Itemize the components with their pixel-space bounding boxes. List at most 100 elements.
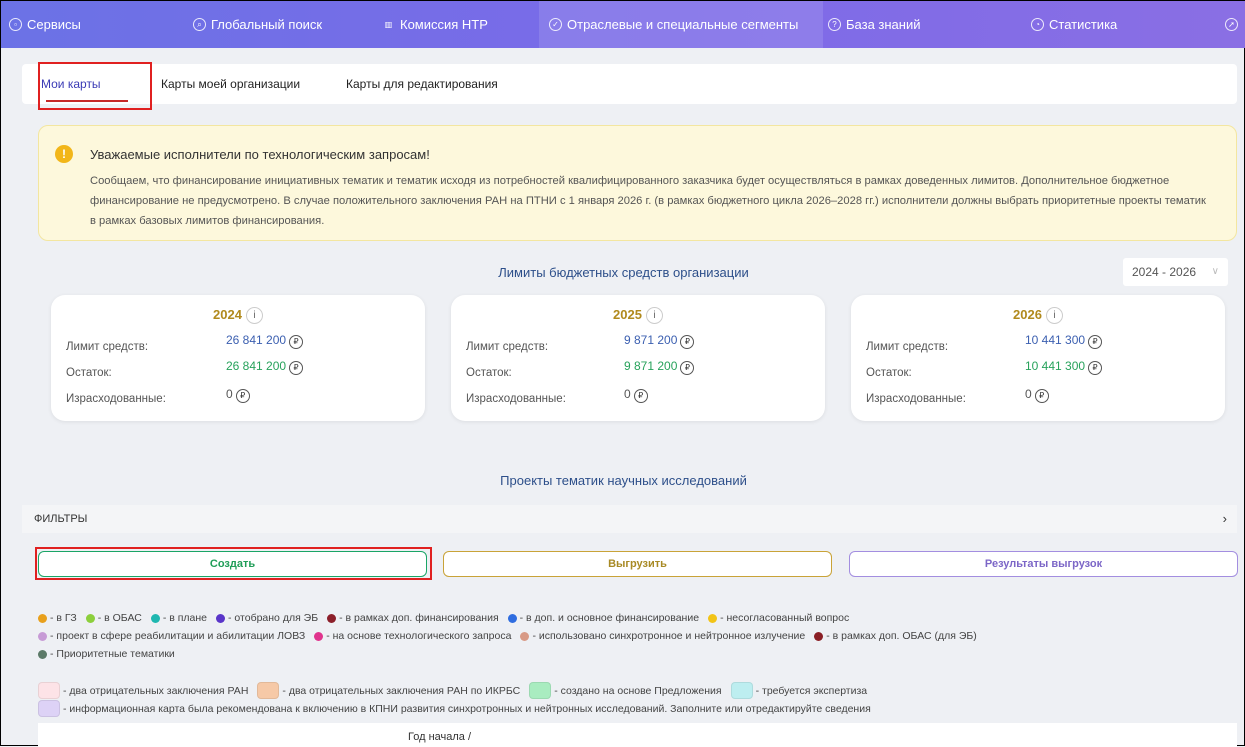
building-icon: ▥ bbox=[384, 20, 393, 29]
year-label: 2026 bbox=[1013, 307, 1042, 322]
rest-label: Остаток: bbox=[866, 367, 912, 379]
tab-organization-cards[interactable]: Карты моей организации bbox=[161, 64, 300, 104]
info-icon[interactable]: i bbox=[645, 307, 663, 324]
rest-value: 10 441 300 ₽ bbox=[1025, 359, 1103, 375]
nav-label: Глобальный поиск bbox=[211, 17, 323, 32]
rest-amount: 26 841 200 bbox=[226, 359, 287, 373]
legend-item: - требуется экспертиза bbox=[730, 682, 867, 699]
legend-text: - в рамках доп. ОБАС (для ЭБ) bbox=[826, 630, 977, 642]
year-card-2026: 2026 i Лимит средств: 10 441 300 ₽ Остаток… bbox=[851, 295, 1225, 421]
legend-dot-icon bbox=[507, 613, 517, 623]
legend-text: - два отрицательных заключения РАН bbox=[63, 684, 249, 697]
legend-item: - Приоритетные тематики bbox=[38, 648, 175, 660]
year-header: 2025 i bbox=[451, 307, 825, 324]
limit-value: 10 441 300 ₽ bbox=[1025, 333, 1103, 349]
legend-swatch bbox=[730, 682, 753, 699]
legend-text: - использовано синхротронное и нейтронно… bbox=[532, 630, 806, 642]
rest-label: Остаток: bbox=[66, 367, 112, 379]
projects-table-header: Год начала / bbox=[38, 723, 1237, 747]
year-card-2025: 2025 i Лимит средств: 9 871 200 ₽ Остаток:… bbox=[451, 295, 825, 421]
legend-row-statuses: - в ГЗ - в ОБАС - в плане - отобрано для ЭБ… bbox=[38, 612, 854, 624]
legend-swatch bbox=[38, 700, 60, 717]
tabs-bar: Мои карты Карты моей организации Карты д… bbox=[22, 64, 1237, 104]
limit-amount: 10 441 300 bbox=[1025, 333, 1086, 347]
legend-row-recommended: - информационная карта была рекомендован… bbox=[38, 700, 876, 717]
legend-dot-icon bbox=[38, 613, 47, 623]
legend-dot-icon bbox=[216, 613, 226, 623]
alert-text: Сообщаем, что финансирование инициативны… bbox=[90, 175, 1206, 227]
rest-value: 9 871 200 ₽ bbox=[624, 359, 695, 375]
top-navigation: ▫ Сервисы ⌕ Глобальный поиск ▥ Комиссия … bbox=[1, 1, 1245, 48]
nav-item-segments[interactable]: ✓ Отраслевые и специальные сегменты bbox=[539, 1, 823, 48]
year-card-2024: 2024 i Лимит средств: 26 841 200 ₽ Остаток… bbox=[51, 295, 425, 421]
legend-item: - отобрано для ЭБ bbox=[216, 612, 318, 624]
legend-dot-icon bbox=[314, 631, 324, 641]
limit-value: 26 841 200 ₽ bbox=[226, 333, 304, 349]
spent-amount: 0 bbox=[226, 387, 233, 401]
ruble-icon: ₽ bbox=[289, 360, 304, 375]
rest-value: 26 841 200 ₽ bbox=[226, 359, 304, 375]
info-icon[interactable]: i bbox=[245, 307, 263, 324]
spent-amount: 0 bbox=[624, 387, 631, 401]
spent-amount: 0 bbox=[1025, 387, 1032, 401]
export-button[interactable]: Выгрузить bbox=[443, 551, 832, 577]
legend-row-priority: - Приоритетные тематики bbox=[38, 648, 180, 660]
spent-value: 0 ₽ bbox=[1025, 387, 1049, 403]
legend-text: - в рамках доп. финансирования bbox=[339, 612, 499, 624]
legend-item: - создано на основе Предложения bbox=[529, 682, 722, 699]
tab-editing-cards[interactable]: Карты для редактирования bbox=[346, 64, 498, 104]
legend-text: - в плане bbox=[162, 612, 208, 624]
projects-title: Проекты тематик научных исследований bbox=[500, 473, 747, 488]
nav-item-ntr-commission[interactable]: ▥ Комиссия НТР bbox=[382, 1, 488, 48]
chevron-right-icon: › bbox=[1222, 511, 1227, 526]
legend-dot-icon bbox=[520, 631, 530, 641]
create-highlight-box bbox=[35, 547, 432, 580]
filters-toggle[interactable]: ФИЛЬТРЫ › bbox=[22, 505, 1237, 533]
ruble-icon: ₽ bbox=[680, 334, 695, 349]
spent-label: Израсходованные: bbox=[466, 393, 566, 405]
search-icon: ⌕ bbox=[193, 18, 206, 31]
legend-item: - в ГЗ bbox=[38, 612, 77, 624]
limit-label: Лимит средств: bbox=[66, 341, 149, 353]
legend-dot-icon bbox=[38, 649, 47, 659]
period-select[interactable]: 2024 - 2026 ∨ bbox=[1123, 258, 1228, 286]
nav-label: Сервисы bbox=[27, 17, 81, 32]
legend-text: - два отрицательных заключения РАН по ИК… bbox=[282, 684, 521, 697]
legend-swatch bbox=[529, 682, 552, 699]
legend-item: - на основе технологического запроса bbox=[314, 630, 511, 642]
legend-dot-icon bbox=[327, 613, 337, 623]
chart-icon: ◔ bbox=[1031, 18, 1044, 31]
legend-text: - создано на основе Предложения bbox=[554, 684, 722, 697]
legend-text: - Приоритетные тематики bbox=[50, 648, 175, 660]
ruble-icon: ₽ bbox=[1088, 360, 1103, 375]
limit-label: Лимит средств: bbox=[466, 341, 549, 353]
nav-item-global-search[interactable]: ⌕ Глобальный поиск bbox=[193, 1, 322, 48]
exclamation-icon: ! bbox=[55, 145, 73, 163]
export-results-button[interactable]: Результаты выгрузок bbox=[849, 551, 1238, 577]
legend-swatch bbox=[38, 682, 60, 699]
nav-item-overflow[interactable]: ➚ bbox=[1225, 1, 1238, 48]
grid-icon: ▫ bbox=[9, 18, 22, 31]
legend-dot-icon bbox=[38, 631, 47, 641]
rest-amount: 10 441 300 bbox=[1025, 359, 1086, 373]
legend-text: - проект в сфере реабилитации и абилитац… bbox=[50, 630, 306, 642]
legend-item: - использовано синхротронное и нейтронно… bbox=[520, 630, 805, 642]
limit-amount: 9 871 200 bbox=[624, 333, 678, 347]
filters-label: ФИЛЬТРЫ bbox=[34, 513, 88, 525]
legend-dot-icon bbox=[814, 631, 824, 641]
legend-item: - два отрицательных заключения РАН по ИК… bbox=[257, 682, 520, 699]
nav-item-knowledge-base[interactable]: ? База знаний bbox=[828, 1, 921, 48]
nav-item-statistics[interactable]: ◔ Статистика bbox=[1031, 1, 1117, 48]
legend-dot-icon bbox=[85, 613, 95, 623]
alert-title: Уважаемые исполнители по технологическим… bbox=[90, 147, 430, 162]
info-icon[interactable]: i bbox=[1045, 307, 1063, 324]
ruble-icon: ₽ bbox=[1088, 334, 1103, 349]
legend-item: - в рамках доп. финансирования bbox=[327, 612, 499, 624]
legend-item: - проект в сфере реабилитации и абилитац… bbox=[38, 630, 305, 642]
navigation-arrow-icon: ➚ bbox=[1225, 18, 1238, 31]
ruble-icon: ₽ bbox=[1034, 388, 1049, 403]
limit-value: 9 871 200 ₽ bbox=[624, 333, 695, 349]
legend-text: - несогласованный вопрос bbox=[720, 612, 850, 624]
limit-amount: 26 841 200 bbox=[226, 333, 287, 347]
nav-item-services[interactable]: ▫ Сервисы bbox=[9, 1, 81, 48]
